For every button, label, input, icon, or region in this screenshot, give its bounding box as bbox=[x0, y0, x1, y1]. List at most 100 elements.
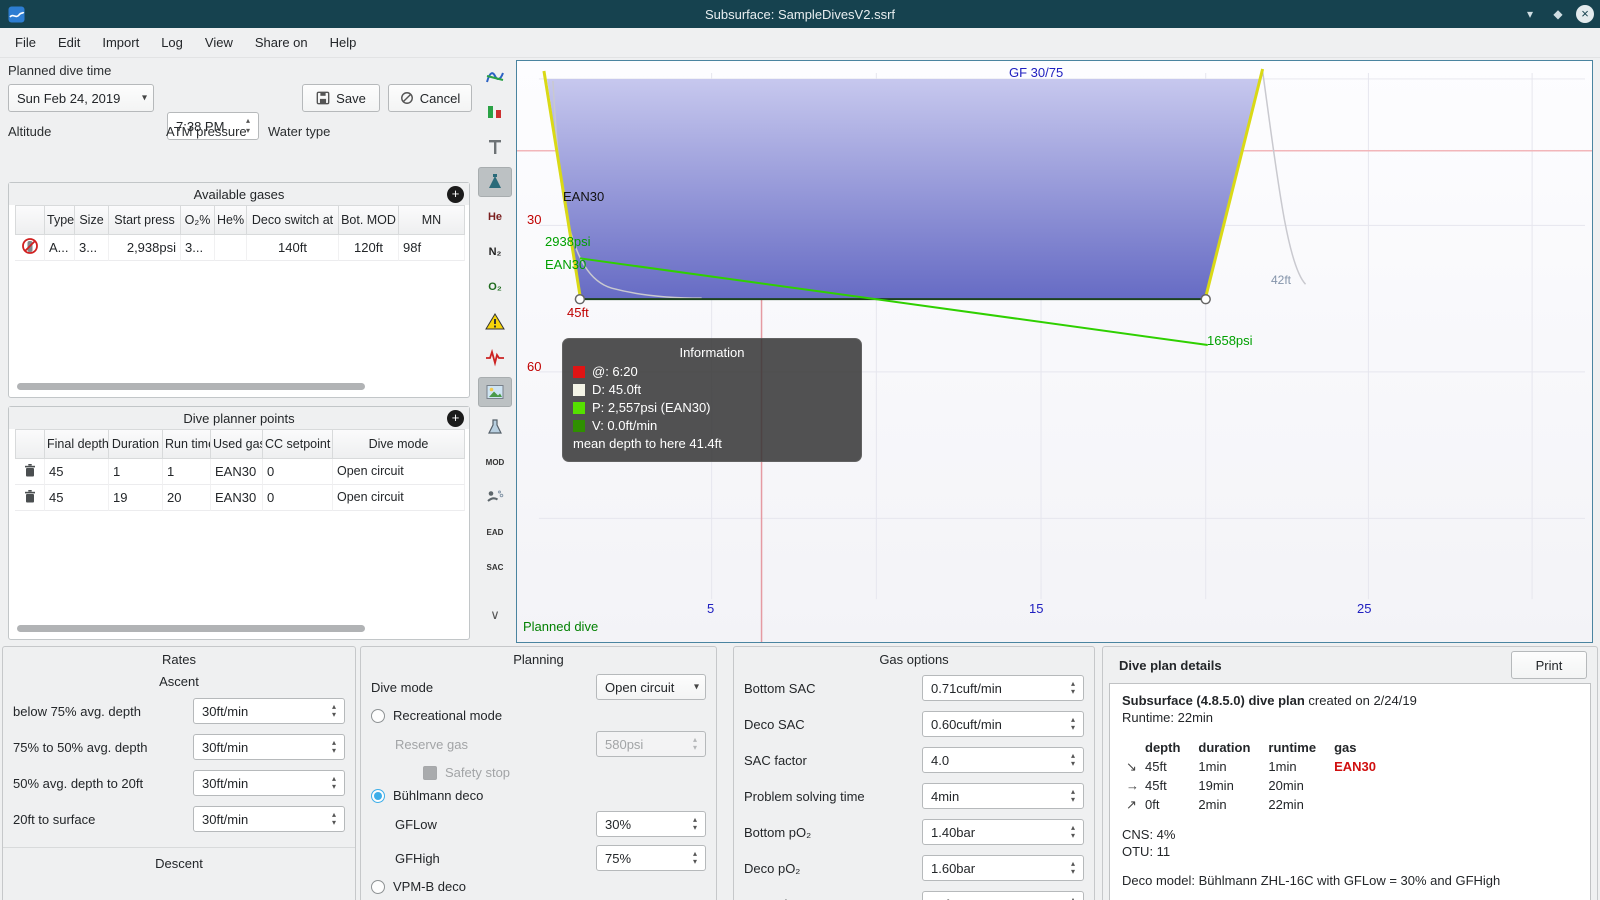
scale-toggle-icon[interactable] bbox=[478, 167, 512, 197]
gas-size[interactable]: 3... bbox=[75, 235, 109, 261]
menu-log[interactable]: Log bbox=[150, 31, 194, 54]
heart-rate-icon[interactable] bbox=[478, 342, 512, 372]
ead-toggle-icon[interactable]: EAD bbox=[478, 517, 512, 547]
ascent-rate-spinner-75[interactable]: 30ft/min ▴ ▾ bbox=[193, 698, 345, 724]
gas-o2[interactable]: 3... bbox=[181, 235, 215, 261]
spin-down-icon[interactable]: ▾ bbox=[328, 747, 340, 755]
problem-solving-time-spinner[interactable]: 4min ▴ ▾ bbox=[922, 783, 1084, 809]
ascent-rate-spinner-surface[interactable]: 30ft/min ▴ ▾ bbox=[193, 806, 345, 832]
save-button[interactable]: Save bbox=[302, 84, 380, 112]
keep-above-icon[interactable]: ◆ bbox=[1548, 7, 1568, 21]
date-combo[interactable]: Sun Feb 24, 2019 ▾ bbox=[8, 84, 154, 112]
dive-planner-points-table[interactable]: Final depth Duration Run time Used gas C… bbox=[15, 429, 465, 511]
shade-window-icon[interactable]: ▾ bbox=[1520, 7, 1540, 21]
menu-view[interactable]: View bbox=[194, 31, 244, 54]
scroll-down-icon[interactable]: ∨ bbox=[478, 600, 512, 630]
best-mix-end-spinner[interactable]: 98ft ▴ ▾ bbox=[922, 891, 1084, 900]
delete-point-icon[interactable] bbox=[23, 489, 37, 504]
dive-mode-combo[interactable]: Open circuit ▾ bbox=[596, 674, 706, 700]
waypoint-handle[interactable] bbox=[574, 293, 586, 305]
spin-up-icon[interactable]: ▴ bbox=[1067, 896, 1079, 900]
planner-point-row[interactable]: 45 1 1 EAN30 0 Open circuit bbox=[15, 459, 465, 485]
sac-factor-spinner[interactable]: 4.0 ▴ ▾ bbox=[922, 747, 1084, 773]
deco-po2-spinner[interactable]: 1.60bar ▴ ▾ bbox=[922, 855, 1084, 881]
close-icon[interactable]: × bbox=[1576, 5, 1594, 23]
point-final-depth[interactable]: 45 bbox=[45, 459, 109, 485]
gas-type[interactable]: A... bbox=[45, 235, 75, 261]
point-cc-setpoint[interactable]: 0 bbox=[263, 485, 333, 511]
spin-down-icon[interactable]: ▾ bbox=[1067, 796, 1079, 804]
pictures-toggle-icon[interactable] bbox=[478, 377, 512, 407]
spin-down-icon[interactable]: ▾ bbox=[1067, 760, 1079, 768]
deco-diver-icon[interactable] bbox=[478, 482, 512, 512]
plan-runtime-cell: 20min bbox=[1268, 778, 1304, 793]
gas-row[interactable]: A... 3... 2,938psi 3... 140ft 120ft 98f bbox=[15, 235, 465, 261]
mod-toggle-icon[interactable]: MOD bbox=[478, 447, 512, 477]
ascent-rate-spinner-20ft[interactable]: 30ft/min ▴ ▾ bbox=[193, 770, 345, 796]
spin-down-icon[interactable]: ▾ bbox=[1067, 688, 1079, 696]
spin-down-icon[interactable]: ▾ bbox=[1067, 724, 1079, 732]
point-final-depth[interactable]: 45 bbox=[45, 485, 109, 511]
dive-profile-chart[interactable]: GF 30/75 30 60 5 15 25 EAN30 2938psi EAN… bbox=[516, 60, 1593, 643]
point-duration[interactable]: 19 bbox=[109, 485, 163, 511]
sac-toggle-icon[interactable]: SAC bbox=[478, 552, 512, 582]
gas-deco-switch[interactable]: 140ft bbox=[247, 235, 339, 261]
gas-mnd[interactable]: 98f bbox=[399, 235, 465, 261]
spin-down-icon[interactable]: ▾ bbox=[1067, 868, 1079, 876]
spin-down-icon[interactable]: ▾ bbox=[328, 711, 340, 719]
gas-he[interactable] bbox=[215, 235, 247, 261]
tissues-flask-icon[interactable] bbox=[478, 412, 512, 442]
point-cc-setpoint[interactable]: 0 bbox=[263, 459, 333, 485]
spin-down-icon[interactable]: ▾ bbox=[328, 783, 340, 791]
point-run-time[interactable]: 1 bbox=[163, 459, 211, 485]
planner-point-row[interactable]: 45 19 20 EAN30 0 Open circuit bbox=[15, 485, 465, 511]
spin-down-icon[interactable]: ▾ bbox=[689, 858, 701, 866]
bottom-sac-spinner[interactable]: 0.71cuft/min ▴ ▾ bbox=[922, 675, 1084, 701]
buhlmann-deco-radio[interactable] bbox=[371, 788, 385, 803]
point-dive-mode[interactable]: Open circuit bbox=[333, 485, 465, 511]
gas-bot-mod[interactable]: 120ft bbox=[339, 235, 399, 261]
point-dive-mode[interactable]: Open circuit bbox=[333, 459, 465, 485]
remove-gas-icon[interactable] bbox=[21, 237, 39, 255]
waypoint-handle[interactable] bbox=[1200, 293, 1211, 305]
pp-n2-icon[interactable]: N₂ bbox=[478, 237, 512, 267]
point-used-gas[interactable]: EAN30 bbox=[211, 459, 263, 485]
deco-sac-spinner[interactable]: 0.60cuft/min ▴ ▾ bbox=[922, 711, 1084, 737]
add-gas-button[interactable]: + bbox=[447, 186, 464, 203]
point-run-time[interactable]: 20 bbox=[163, 485, 211, 511]
horizontal-scrollbar[interactable] bbox=[17, 625, 365, 632]
delete-point-icon[interactable] bbox=[23, 463, 37, 478]
available-gases-table[interactable]: Type Size Start press O₂% He% Deco switc… bbox=[15, 205, 465, 261]
menu-help[interactable]: Help bbox=[319, 31, 368, 54]
spin-down-icon[interactable]: ▾ bbox=[328, 819, 340, 827]
gas-start-press[interactable]: 2,938psi bbox=[109, 235, 181, 261]
deco-po2-label: Deco pO₂ bbox=[744, 860, 801, 876]
bottom-po2-spinner[interactable]: 1.40bar ▴ ▾ bbox=[922, 819, 1084, 845]
cancel-button[interactable]: Cancel bbox=[388, 84, 472, 112]
gflow-spinner[interactable]: 30% ▴ ▾ bbox=[596, 811, 706, 837]
ceiling-warning-icon[interactable] bbox=[478, 307, 512, 337]
ascent-rate-spinner-50[interactable]: 30ft/min ▴ ▾ bbox=[193, 734, 345, 760]
spin-down-icon[interactable]: ▾ bbox=[1067, 832, 1079, 840]
menu-edit[interactable]: Edit bbox=[47, 31, 91, 54]
recreational-mode-radio[interactable] bbox=[371, 708, 385, 723]
print-button[interactable]: Print bbox=[1511, 651, 1587, 679]
add-point-button[interactable]: + bbox=[447, 410, 464, 427]
spin-down-icon[interactable]: ▾ bbox=[689, 824, 701, 832]
menu-file[interactable]: File bbox=[4, 31, 47, 54]
vpmb-deco-radio[interactable] bbox=[371, 879, 385, 894]
horizontal-scrollbar[interactable] bbox=[17, 383, 365, 390]
profile-tooltip[interactable]: Information @: 6:20 D: 45.0ft P: 2,557ps… bbox=[562, 338, 862, 462]
point-used-gas[interactable]: EAN30 bbox=[211, 485, 263, 511]
pp-graphs-icon[interactable] bbox=[478, 62, 512, 92]
tooltip-line-time: @: 6:20 bbox=[592, 364, 638, 379]
gas-pressures-icon[interactable] bbox=[478, 97, 512, 127]
pp-o2-icon[interactable]: O₂ bbox=[478, 272, 512, 302]
menu-import[interactable]: Import bbox=[91, 31, 150, 54]
ruler-icon[interactable] bbox=[478, 132, 512, 162]
point-duration[interactable]: 1 bbox=[109, 459, 163, 485]
pp-he-icon[interactable]: He bbox=[478, 202, 512, 232]
gfhigh-spinner[interactable]: 75% ▴ ▾ bbox=[596, 845, 706, 871]
menu-share-on[interactable]: Share on bbox=[244, 31, 319, 54]
dive-plan-text: Subsurface (4.8.5.0) dive plan created o… bbox=[1109, 683, 1591, 900]
